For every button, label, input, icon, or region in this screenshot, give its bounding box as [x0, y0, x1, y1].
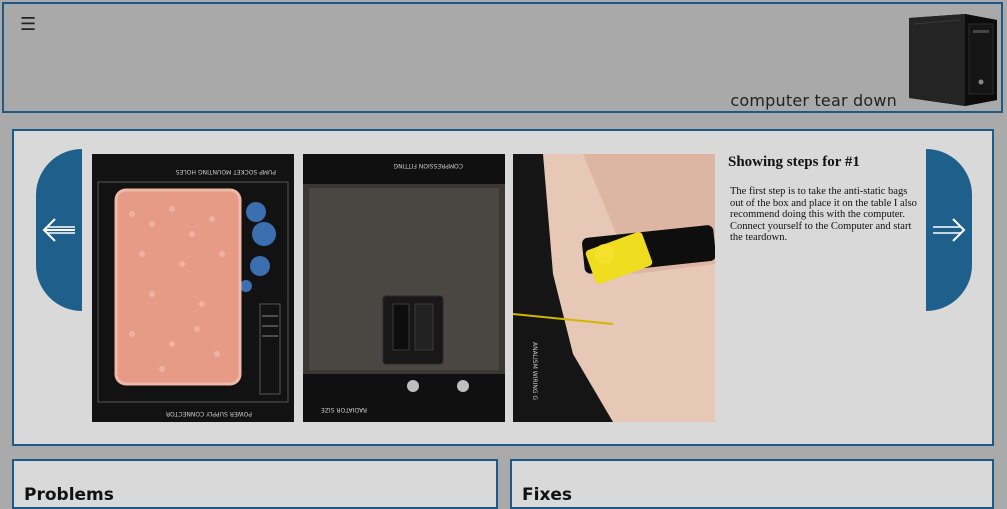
radiator-label: RADIATOR SIZE: [321, 406, 367, 413]
steps-panel: PUMP SOCKET MOUNTING HOLES POWER SUPPLY …: [12, 129, 994, 446]
site-header: ☰ computer tear down: [2, 2, 1003, 113]
arrow-left-icon: [42, 218, 75, 242]
step-description: The first step is to take the anti-stati…: [730, 186, 917, 243]
next-step-button[interactable]: [926, 149, 972, 311]
psu-label: POWER SUPPLY CONNECTOR: [166, 410, 252, 417]
fixes-heading: Fixes: [522, 485, 573, 505]
desktop-tower-image: [909, 14, 997, 106]
problems-heading: Problems: [24, 485, 114, 505]
fixes-panel: Fixes: [510, 459, 994, 509]
compression-label: COMPRESSION FITTING: [393, 162, 463, 169]
prev-step-button[interactable]: [36, 149, 82, 311]
hamburger-menu-icon[interactable]: ☰: [20, 14, 36, 35]
problems-panel: Problems: [12, 459, 498, 509]
wrist-strap-photo: ANALISM WIRING G: [513, 154, 715, 422]
site-title: computer tear down: [730, 91, 897, 110]
pump-label: PUMP SOCKET MOUNTING HOLES: [176, 168, 276, 175]
arrow-right-icon: [933, 218, 966, 242]
case-handle-photo: COMPRESSION FITTING RADIATOR SIZE: [303, 154, 505, 422]
anti-static-bag-photo: PUMP SOCKET MOUNTING HOLES POWER SUPPLY …: [92, 154, 294, 422]
step-title: Showing steps for #1: [728, 154, 860, 170]
wiring-label: ANALISM WIRING G: [531, 342, 538, 400]
